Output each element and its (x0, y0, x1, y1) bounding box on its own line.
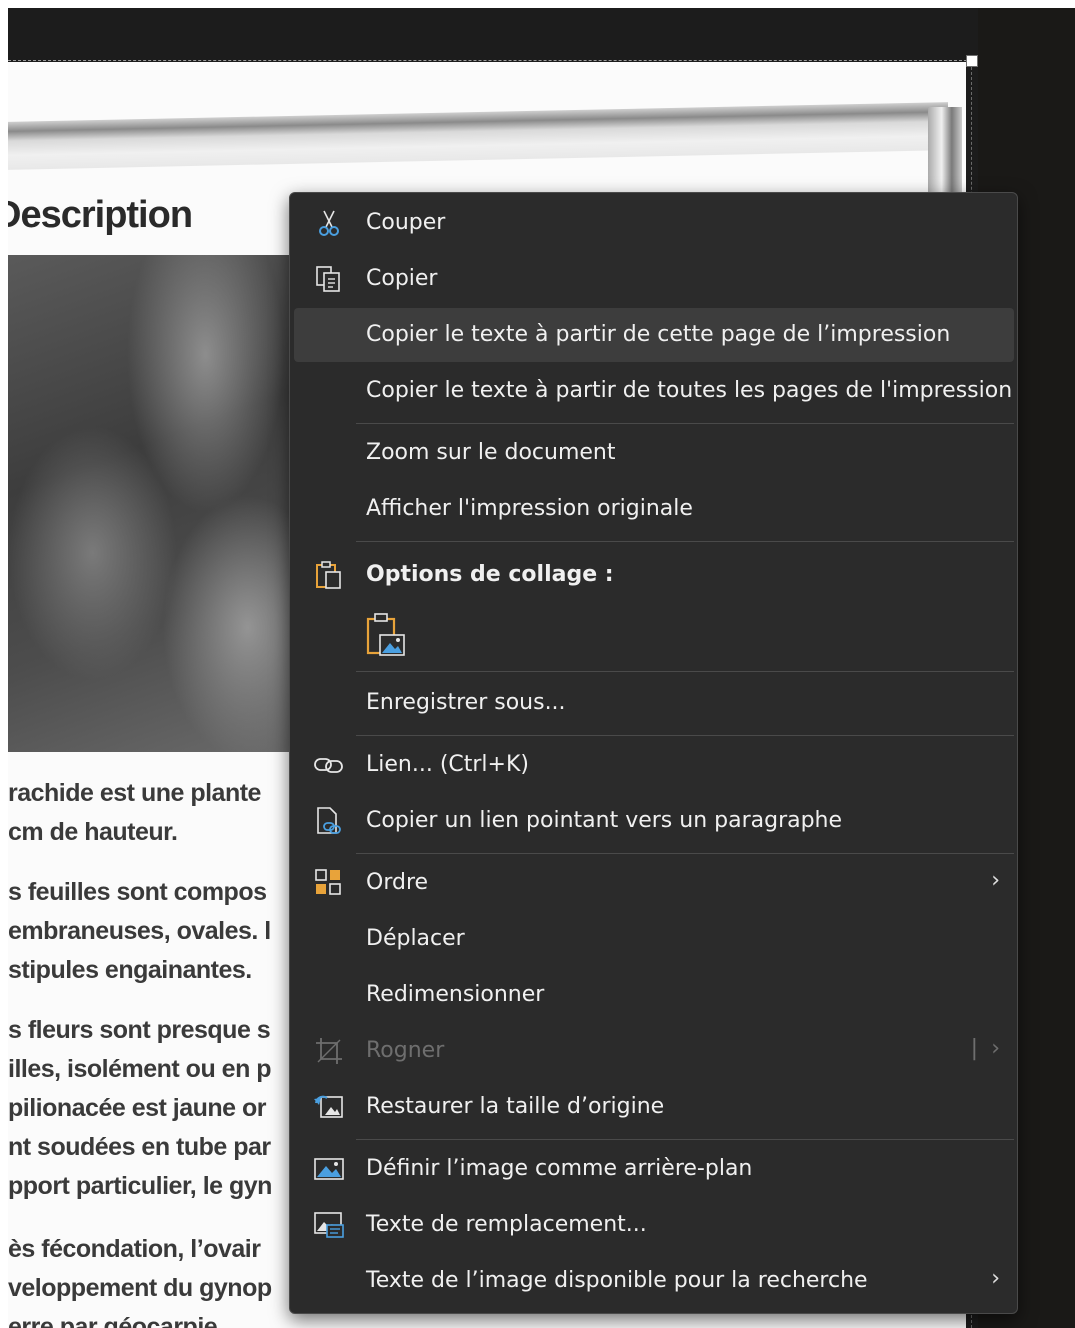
menu-item-copy-text-page[interactable]: Copier le texte à partir de cette page d… (294, 308, 1014, 362)
menu-item-zoom[interactable]: Zoom sur le document (294, 426, 1014, 480)
menu-item-reset-size[interactable]: Restaurer la taille d’origine (294, 1080, 1014, 1134)
menu-item-alt-text[interactable]: Texte de remplacement... (294, 1198, 1014, 1252)
plant-photo (8, 255, 290, 752)
paragraph-line: pilionacée est jaune or (8, 1094, 267, 1122)
crop-icon (312, 1037, 346, 1065)
chevron-right-icon: › (991, 868, 1000, 893)
selection-border-top (8, 60, 972, 61)
split-divider: | (970, 1036, 978, 1061)
menu-item-label: Lien... (Ctrl+K) (366, 752, 529, 777)
background-image-icon (312, 1155, 346, 1183)
alt-text-icon (312, 1211, 346, 1239)
paragraph-4: ès fécondation, l’ovair veloppement du g… (8, 1230, 298, 1328)
menu-item-order[interactable]: Ordre › (294, 856, 1014, 910)
menu-item-label: Copier le texte à partir de toutes les p… (366, 378, 1013, 403)
arrange-icon (312, 869, 346, 897)
menu-item-label: Texte de remplacement... (366, 1212, 647, 1237)
menu-item-image-text-search[interactable]: Texte de l’image disponible pour la rech… (294, 1254, 1014, 1308)
paragraph-line: veloppement du gynop (8, 1274, 272, 1302)
paragraph-3: s fleurs sont presque s illes, isolément… (8, 1011, 298, 1206)
link-icon (312, 751, 346, 779)
scissors-icon (312, 209, 346, 237)
menu-item-label: Redimensionner (366, 982, 545, 1007)
menu-separator (356, 853, 1014, 854)
paragraph-1: rachide est une plante cm de hauteur. (8, 774, 298, 852)
paragraph-line: nt soudées en tube par (8, 1133, 271, 1161)
menu-item-label: Restaurer la taille d’origine (366, 1094, 665, 1119)
menu-separator (356, 423, 1014, 424)
menu-section-label: Options de collage : (366, 562, 614, 587)
paragraph-line: embraneuses, ovales. l (8, 917, 271, 945)
paragraph-link-icon (312, 807, 346, 835)
menu-separator (356, 1139, 1014, 1140)
paste-picture-icon (366, 613, 405, 656)
copy-icon (312, 265, 346, 293)
menu-item-label: Enregistrer sous... (366, 690, 566, 715)
clipboard-icon (312, 561, 346, 589)
paragraph-line: cm de hauteur. (8, 818, 178, 846)
menu-item-label: Déplacer (366, 926, 465, 951)
menu-separator (356, 541, 1014, 542)
menu-item-label: Zoom sur le document (366, 440, 616, 465)
chevron-right-icon: › (991, 1266, 1000, 1291)
menu-item-copy-text-all[interactable]: Copier le texte à partir de toutes les p… (294, 364, 1014, 418)
menu-item-label: Rogner (366, 1038, 445, 1063)
menu-item-cut[interactable]: Couper (294, 196, 1014, 250)
menu-item-copy[interactable]: Copier (294, 252, 1014, 306)
paragraph-line: erre par géocarpie (8, 1313, 218, 1328)
menu-separator (356, 735, 1014, 736)
menu-item-show-original[interactable]: Afficher l'impression originale (294, 482, 1014, 536)
menu-item-label: Copier (366, 266, 438, 291)
paragraph-line: illes, isolément ou en p (8, 1055, 272, 1083)
scan-top-band (8, 102, 948, 170)
menu-item-label: Couper (366, 210, 446, 235)
paragraph-line: stipules engainantes. (8, 956, 252, 984)
paragraph-line: rachide est une plante (8, 779, 261, 807)
menu-item-label: Texte de l’image disponible pour la rech… (366, 1268, 868, 1293)
menu-item-label: Copier un lien pointant vers un paragrap… (366, 808, 843, 833)
menu-item-link[interactable]: Lien... (Ctrl+K) (294, 738, 1014, 792)
context-menu: Couper Copier Copier le texte à partir d… (289, 192, 1018, 1314)
menu-item-set-background[interactable]: Définir l’image comme arrière-plan (294, 1142, 1014, 1196)
paragraph-2: s feuilles sont compos embraneuses, oval… (8, 873, 298, 990)
menu-item-label: Copier le texte à partir de cette page d… (366, 322, 951, 347)
document-heading: Description (8, 194, 193, 236)
menu-item-crop: Rogner | › (294, 1024, 1014, 1078)
resize-handle[interactable] (966, 55, 978, 67)
reset-size-icon (312, 1093, 346, 1121)
menu-item-save-as[interactable]: Enregistrer sous... (294, 676, 1014, 730)
menu-item-move[interactable]: Déplacer (294, 912, 1014, 966)
paragraph-line: pport particulier, le gyn (8, 1172, 272, 1200)
menu-section-paste-options: Options de collage : (294, 548, 1014, 602)
menu-item-label: Définir l’image comme arrière-plan (366, 1156, 753, 1181)
window-top-strip (0, 0, 1075, 8)
menu-item-copy-paragraph-link[interactable]: Copier un lien pointant vers un paragrap… (294, 794, 1014, 848)
menu-separator (356, 671, 1014, 672)
menu-item-resize[interactable]: Redimensionner (294, 968, 1014, 1022)
menu-item-label: Ordre (366, 870, 429, 895)
paragraph-line: s fleurs sont presque s (8, 1016, 271, 1044)
paragraph-line: ès fécondation, l’ovair (8, 1235, 261, 1263)
paragraph-line: s feuilles sont compos (8, 878, 267, 906)
paste-as-picture-button[interactable] (364, 611, 410, 659)
menu-item-label: Afficher l'impression originale (366, 496, 693, 521)
chevron-right-icon: › (991, 1036, 1000, 1061)
